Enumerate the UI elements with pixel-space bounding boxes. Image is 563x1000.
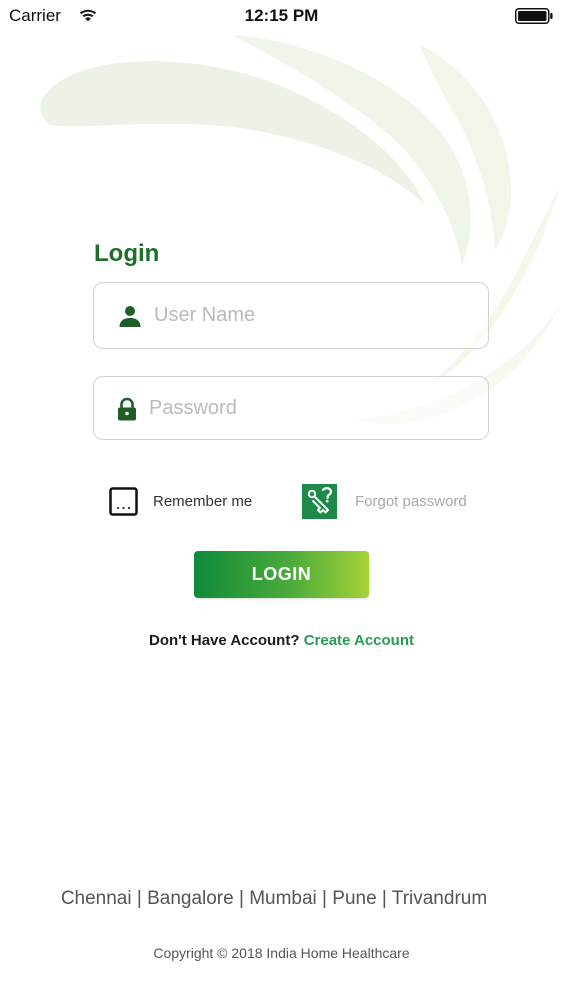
remember-me-label[interactable]: Remember me [153,493,252,510]
remember-me-checkbox[interactable] [109,487,138,516]
create-account-link[interactable]: Create Account [304,632,414,649]
no-account-text: Don't Have Account? [148,632,300,649]
username-field[interactable] [93,282,489,349]
status-bar: Carrier 12:15 PM [0,0,563,32]
status-time: 12:15 PM [244,6,319,25]
lock-icon [118,397,136,421]
person-icon [119,306,141,327]
password-input[interactable] [149,377,474,439]
login-screen: Carrier 12:15 PM Login User Name Remembe… [0,0,563,1000]
forgot-password-link[interactable]: Forgot password [355,493,467,510]
login-title: Login [94,240,160,267]
create-account-row: Don't Have Account? Create Account [0,632,563,649]
forgot-password-icon[interactable] [302,484,337,519]
background-swoosh-decoration [40,35,563,425]
password-field[interactable] [93,376,489,440]
login-button[interactable]: LOGIN [194,551,369,598]
copyright-text: Copyright © 2018 India Home Healthcare [153,945,410,961]
cities-list: Chennai | Bangalore | Mumbai | Pune | Tr… [60,888,488,909]
battery-full-icon [515,8,553,24]
username-input[interactable] [154,283,474,348]
